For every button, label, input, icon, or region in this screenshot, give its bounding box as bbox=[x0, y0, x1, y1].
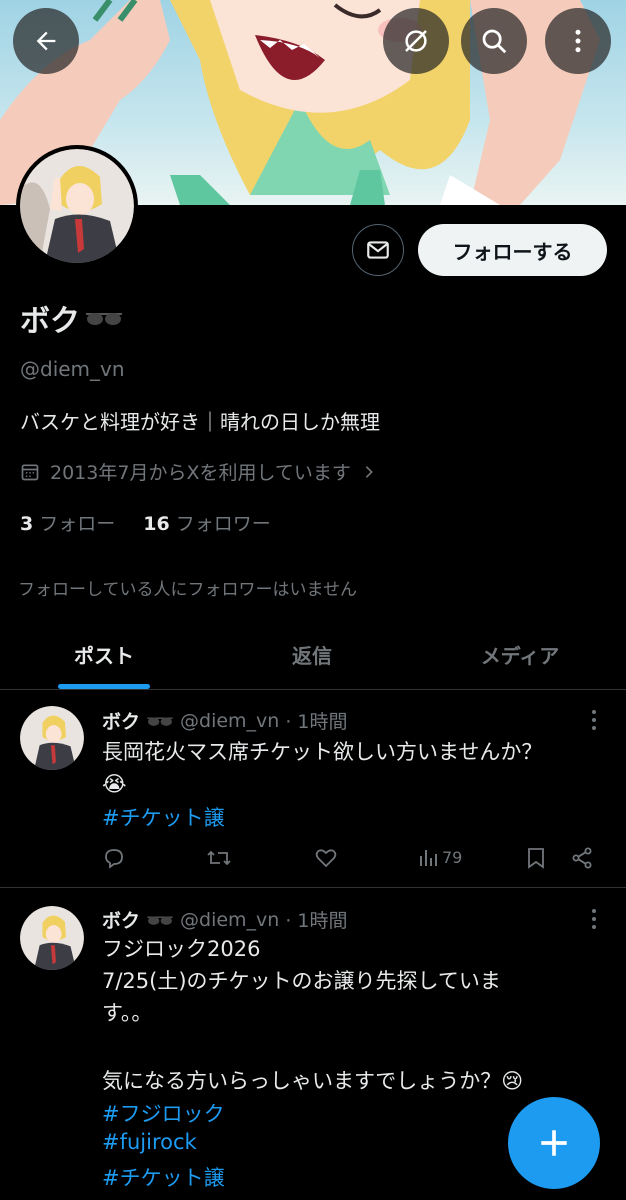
post-hashtag[interactable]: #チケット譲 bbox=[102, 802, 225, 832]
followers-link[interactable]: 16 フォロワー bbox=[143, 509, 270, 536]
repost-icon bbox=[207, 850, 231, 866]
sunglasses-icon bbox=[147, 916, 173, 925]
post-text-line: フジロック2026 bbox=[102, 937, 261, 961]
post-header: ボク @diem_vn · 1時間 bbox=[102, 906, 348, 933]
profile-name: ボク bbox=[20, 296, 124, 340]
post-more-button[interactable] bbox=[584, 708, 604, 732]
post-item[interactable]: ボク @diem_vn · 1時間 長岡花火マス席チケット欲しい方いませんか？ … bbox=[0, 690, 626, 888]
post-text: 長岡花火マス席チケット欲しい方いませんか？ bbox=[102, 740, 543, 764]
post-text-line: す。。 bbox=[102, 1001, 153, 1025]
post-hashtag[interactable]: #fujirock bbox=[102, 1130, 197, 1154]
follow-counts: 3 フォロー 16 フォロワー bbox=[20, 509, 271, 536]
post-text-line: 気になる方いらっしゃいますでしょうか？😢 bbox=[102, 1033, 582, 1097]
mutual-followers-note: フォローしている人にフォロワーはいません bbox=[18, 580, 357, 600]
followers-label: フォロワー bbox=[175, 513, 271, 535]
post-hashtag[interactable]: #フジロック bbox=[102, 1098, 225, 1128]
profile-avatar[interactable] bbox=[16, 145, 138, 267]
message-button[interactable] bbox=[352, 224, 404, 276]
sync-button[interactable] bbox=[383, 8, 449, 74]
post-time[interactable]: · 1時間 bbox=[285, 707, 347, 734]
repost-button[interactable] bbox=[206, 846, 232, 870]
profile-name-text: ボク bbox=[20, 304, 80, 339]
arrow-left-icon bbox=[36, 31, 56, 51]
compose-button[interactable] bbox=[508, 1097, 600, 1189]
calendar-icon bbox=[21, 464, 39, 480]
profile-tabs: ポスト 返信 メディア bbox=[0, 620, 626, 690]
bookmark-button[interactable] bbox=[526, 846, 546, 870]
follow-button[interactable]: フォローする bbox=[418, 224, 607, 276]
tab-media[interactable]: メディア bbox=[416, 620, 624, 689]
reply-icon bbox=[105, 849, 123, 869]
avatar-illustration bbox=[20, 149, 134, 263]
active-tab-indicator bbox=[58, 684, 150, 689]
sync-icon bbox=[405, 30, 427, 52]
following-label: フォロー bbox=[39, 513, 116, 535]
sunglasses-icon bbox=[147, 717, 173, 726]
avatar-illustration bbox=[20, 906, 84, 970]
search-button[interactable] bbox=[461, 8, 527, 74]
reply-button[interactable] bbox=[102, 846, 126, 870]
views-chart-icon bbox=[420, 850, 437, 866]
post-avatar[interactable] bbox=[20, 706, 84, 770]
followers-count: 16 bbox=[143, 513, 170, 535]
heart-icon bbox=[315, 849, 337, 868]
tab-posts[interactable]: ポスト bbox=[0, 620, 208, 689]
joined-date[interactable]: 2013年7月からXを利用しています bbox=[20, 458, 377, 485]
avatar-illustration bbox=[20, 706, 84, 770]
like-button[interactable] bbox=[314, 846, 338, 870]
more-options-button[interactable] bbox=[545, 8, 611, 74]
following-link[interactable]: 3 フォロー bbox=[20, 509, 115, 536]
bookmark-icon bbox=[528, 848, 544, 869]
post-author-handle[interactable]: @diem_vn bbox=[180, 710, 279, 732]
profile-handle: @diem_vn bbox=[20, 357, 125, 381]
joined-text: 2013年7月からXを利用しています bbox=[50, 462, 351, 484]
more-vertical-icon bbox=[575, 29, 581, 53]
plus-icon bbox=[541, 1130, 567, 1156]
views-button[interactable]: 79 bbox=[418, 846, 462, 868]
post-author-name[interactable]: ボク bbox=[102, 906, 140, 933]
post-emoji: 😭 bbox=[102, 772, 127, 796]
post-author-handle[interactable]: @diem_vn bbox=[180, 909, 279, 931]
views-count: 79 bbox=[442, 847, 463, 867]
post-actions: 79 bbox=[102, 846, 602, 876]
post-avatar[interactable] bbox=[20, 906, 84, 970]
post-emoji: 😢 bbox=[501, 1069, 524, 1093]
share-icon bbox=[572, 847, 592, 869]
profile-bio: バスケと料理が好き｜晴れの日しか無理 bbox=[20, 410, 380, 434]
tab-replies[interactable]: 返信 bbox=[208, 620, 416, 689]
search-icon bbox=[482, 29, 507, 54]
post-text-segment: 気になる方いらっしゃいますでしょうか？ bbox=[102, 1069, 502, 1093]
post-author-name[interactable]: ボク bbox=[102, 707, 140, 734]
mail-icon bbox=[367, 241, 389, 259]
sunglasses-icon bbox=[86, 313, 122, 325]
following-count: 3 bbox=[20, 513, 34, 535]
chevron-right-icon bbox=[365, 465, 373, 478]
share-button[interactable] bbox=[570, 846, 594, 870]
post-header: ボク @diem_vn · 1時間 bbox=[102, 707, 348, 734]
post-text-line: 7/25(土)のチケットのお譲り先探していま bbox=[102, 969, 501, 993]
post-time[interactable]: · 1時間 bbox=[285, 906, 347, 933]
post-more-button[interactable] bbox=[584, 907, 604, 931]
post-hashtag[interactable]: #チケット譲 bbox=[102, 1162, 225, 1192]
back-button[interactable] bbox=[13, 8, 79, 74]
